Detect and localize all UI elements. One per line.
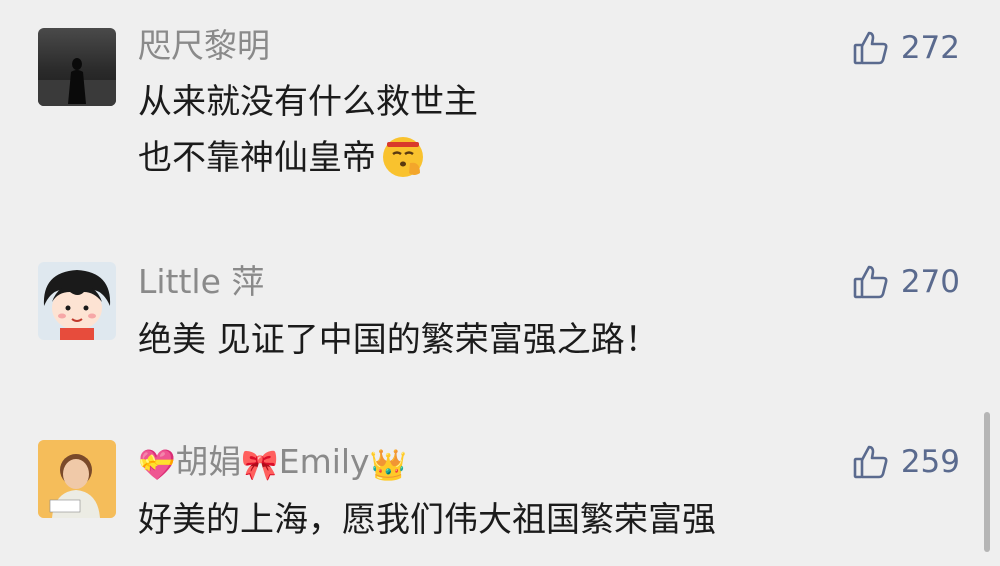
username-text: 胡娟 [175, 442, 242, 481]
comment-text: 好美的上海，愿我们伟大祖国繁荣富强 [138, 492, 716, 548]
like-button[interactable]: 259 [853, 442, 960, 482]
like-count: 259 [900, 444, 960, 480]
comment-item: 💝胡娟🎀Emily👑 好美的上海，愿我们伟大祖国繁荣富强 259 [0, 0, 1000, 566]
ribbon-emoji: 🎀 [241, 448, 279, 483]
avatar[interactable] [38, 440, 116, 518]
crown-emoji: 👑 [369, 448, 407, 483]
thumbs-up-icon [853, 444, 889, 480]
comment-line: 好美的上海，愿我们伟大祖国繁荣富强 [138, 500, 716, 540]
heart-gift-emoji: 💝 [138, 448, 176, 483]
username-text: Emily [278, 442, 370, 481]
username[interactable]: 💝胡娟🎀Emily👑 [138, 442, 407, 486]
scrollbar[interactable] [984, 412, 990, 552]
